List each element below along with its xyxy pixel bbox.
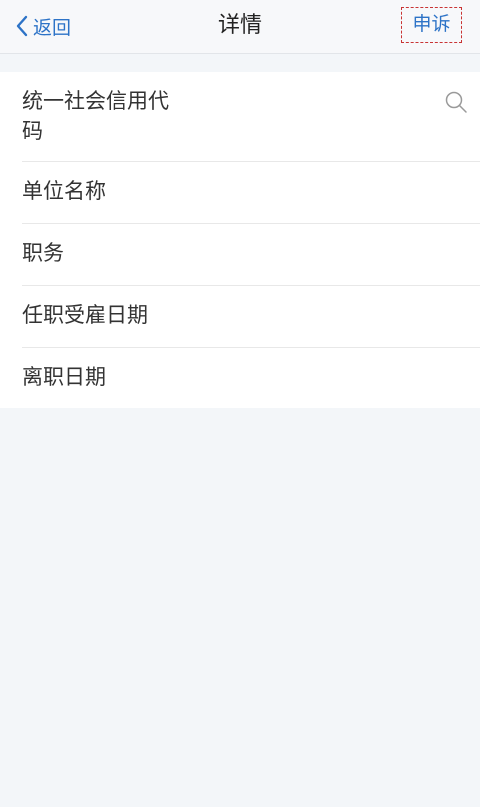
field-label: 任职受雇日期 [22, 303, 148, 327]
detail-list: 统一社会信用代码 单位名称 职务 任职受雇日期 离职日期 [0, 72, 480, 408]
appeal-button[interactable]: 申诉 [401, 7, 462, 43]
list-item-credit-code[interactable]: 统一社会信用代码 [0, 72, 480, 161]
field-label: 统一社会信用代码 [22, 89, 169, 143]
field-label: 职务 [22, 241, 64, 265]
list-item-position[interactable]: 职务 [0, 223, 480, 285]
field-label: 单位名称 [22, 179, 106, 203]
list-item-employment-date[interactable]: 任职受雇日期 [0, 285, 480, 347]
list-item-leave-date[interactable]: 离职日期 [0, 347, 480, 408]
field-label: 离职日期 [22, 365, 106, 389]
search-icon[interactable] [444, 90, 468, 114]
nav-bar: 返回 详情 申诉 [0, 0, 480, 54]
list-item-company-name[interactable]: 单位名称 [0, 161, 480, 223]
